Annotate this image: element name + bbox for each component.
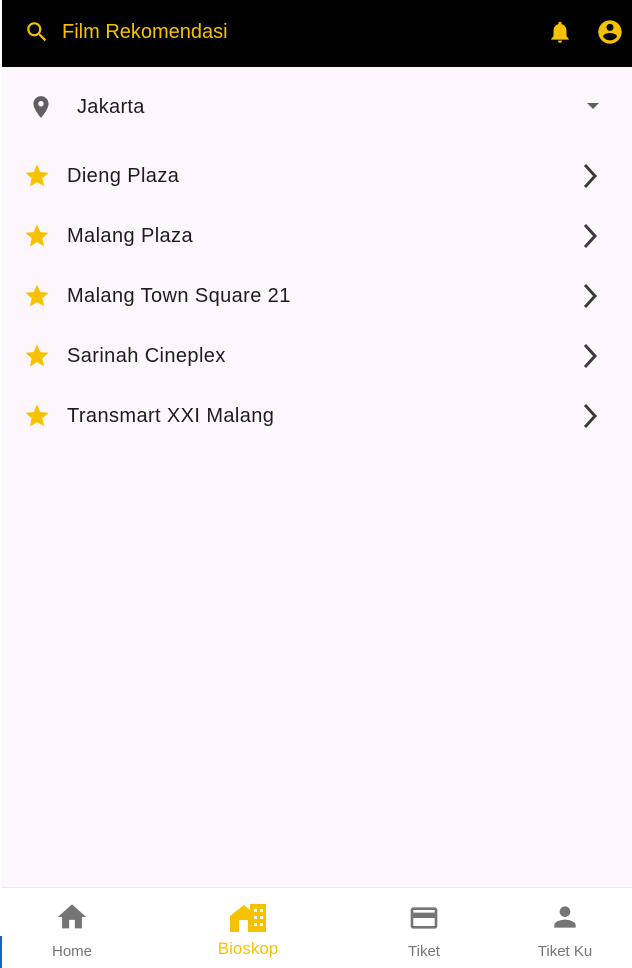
bottom-navigation: Home Bioskop Tiket Tiket Ku <box>2 887 632 968</box>
star-icon <box>25 224 49 247</box>
cinema-list-item[interactable]: Malang Town Square 21 <box>2 266 632 326</box>
cinema-list-item[interactable]: Malang Plaza <box>2 206 632 266</box>
account-circle-icon[interactable] <box>596 18 624 46</box>
star-icon <box>25 404 49 427</box>
chevron-right-icon[interactable] <box>577 280 601 312</box>
cinema-list-item[interactable]: Transmart XXI Malang <box>2 386 632 446</box>
nav-item-tiket-ku[interactable]: Tiket Ku <box>505 888 625 968</box>
app-screen: Film Rekomendasi Jakarta Dieng Plaza Mal… <box>2 0 632 968</box>
app-title: Film Rekomendasi <box>62 21 228 43</box>
nav-item-tiket[interactable]: Tiket <box>364 888 484 968</box>
nav-item-home[interactable]: Home <box>12 888 132 968</box>
cinema-name: Dieng Plaza <box>67 165 180 187</box>
star-icon <box>25 284 49 307</box>
person-icon <box>554 906 576 928</box>
cinema-list-item[interactable]: Dieng Plaza <box>2 146 632 206</box>
cinema-name: Sarinah Cineplex <box>67 345 226 367</box>
cinema-name: Malang Town Square 21 <box>67 285 291 307</box>
arrow-drop-down-icon[interactable] <box>586 101 600 111</box>
location-selector[interactable]: Jakarta <box>2 80 632 134</box>
nav-label-bioskop: Bioskop <box>217 939 279 958</box>
chevron-right-icon[interactable] <box>577 340 601 372</box>
home-icon <box>57 904 87 929</box>
cinema-name: Malang Plaza <box>67 225 193 247</box>
ticket-card-icon <box>410 907 438 929</box>
app-bar: Film Rekomendasi <box>2 0 632 67</box>
nav-label-tiket-ku: Tiket Ku <box>537 943 593 960</box>
nav-item-bioskop[interactable]: Bioskop <box>188 888 308 968</box>
bell-icon[interactable] <box>547 18 573 46</box>
cinema-building-icon <box>230 904 266 932</box>
location-city: Jakarta <box>77 96 145 118</box>
nav-label-home: Home <box>51 943 92 960</box>
location-pin-icon <box>33 96 49 118</box>
cinema-name: Transmart XXI Malang <box>67 405 275 427</box>
star-icon <box>25 344 49 367</box>
window-edge <box>0 936 2 968</box>
chevron-right-icon[interactable] <box>577 400 601 432</box>
search-icon[interactable] <box>24 19 50 45</box>
star-icon <box>25 164 49 187</box>
cinema-list-item[interactable]: Sarinah Cineplex <box>2 326 632 386</box>
nav-label-tiket: Tiket <box>408 943 440 960</box>
chevron-right-icon[interactable] <box>577 160 601 192</box>
chevron-right-icon[interactable] <box>577 220 601 252</box>
cinema-list: Dieng Plaza Malang Plaza Malang Town Squ… <box>2 146 632 446</box>
